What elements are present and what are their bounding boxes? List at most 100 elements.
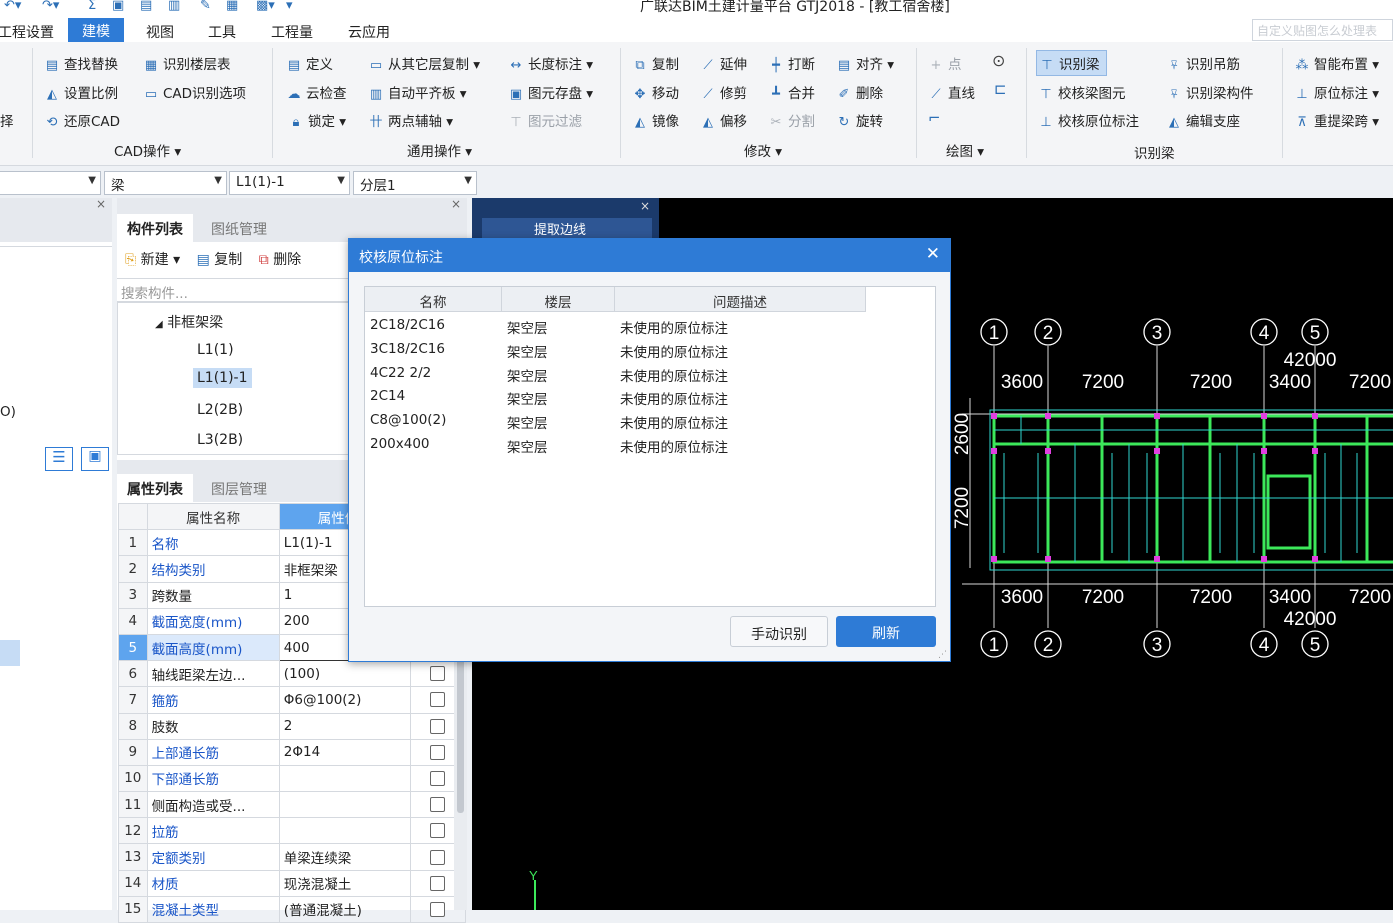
find-replace-button[interactable]: ▤ 查找替换 (44, 53, 118, 73)
redo-icon[interactable]: ↷▾ (42, 0, 59, 13)
additional-checkbox[interactable] (430, 901, 446, 917)
layer-selector[interactable]: 分层1 ▼ (353, 171, 477, 195)
line-button[interactable]: ⟋ 直线 (928, 82, 975, 102)
group-cad-ops[interactable]: CAD操作 ▾ (114, 140, 181, 160)
tab-drawing-management[interactable]: 图纸管理 (201, 214, 277, 242)
recognize-beam-component-button[interactable]: ⍫ 识别梁构件 (1166, 82, 1253, 102)
quick-icon-5[interactable]: ▦ (226, 0, 238, 13)
lock-button[interactable]: 🔒︎ 锁定 ▾ (288, 110, 347, 130)
annotation-row[interactable]: 2C14 架空层 未使用的原位标注 (365, 385, 935, 409)
rotate-button[interactable]: ↻ 旋转 (836, 110, 883, 130)
cad-options-button[interactable]: ▭ CAD识别选项 (143, 82, 246, 102)
property-value[interactable] (278, 791, 411, 819)
close-icon[interactable]: × (96, 197, 106, 211)
property-value[interactable]: 2Φ14 (278, 738, 411, 766)
tab-layer-management[interactable]: 图层管理 (201, 474, 277, 502)
component-selector[interactable]: L1(1)-1 ▼ (229, 171, 350, 195)
group-recognize-beam[interactable]: 识别梁 (1134, 142, 1175, 162)
edit-support-button[interactable]: ◭ 编辑支座 (1166, 110, 1240, 130)
recognize-hanger-button[interactable]: ⍫ 识别吊筋 (1166, 53, 1240, 73)
column-header-issue[interactable]: 问题描述 (615, 287, 866, 312)
cloud-check-button[interactable]: ☁ 云检查 (286, 82, 347, 102)
recognize-floor-table-button[interactable]: ▦ 识别楼层表 (143, 53, 231, 73)
menu-tools[interactable]: 工具 (208, 22, 236, 42)
property-row[interactable]: 8 肢数 2 (118, 712, 467, 740)
property-row[interactable]: 9 上部通长筋 2Φ14 (118, 738, 467, 766)
property-row[interactable]: 15 混凝土类型 (普通混凝土) (118, 895, 467, 923)
property-row[interactable]: 10 下部通长筋 (118, 764, 467, 793)
grid-view-icon[interactable]: ▣ (81, 447, 109, 471)
group-general-ops[interactable]: 通用操作 ▾ (407, 140, 472, 160)
floor-selector[interactable]: ▼ (0, 171, 101, 195)
sum-icon[interactable]: Σ (88, 0, 96, 13)
list-view-icon[interactable]: ☰ (45, 447, 73, 471)
tab-component-list[interactable]: 构件列表 (117, 214, 193, 242)
mirror-button[interactable]: ◭ 镜像 (632, 110, 679, 130)
point-button[interactable]: + 点 (928, 53, 962, 73)
offset-button[interactable]: ◭ 偏移 (700, 110, 747, 130)
property-value[interactable]: Φ6@100(2) (278, 686, 411, 714)
property-row[interactable]: 12 拉筋 (118, 817, 467, 845)
annotation-row[interactable]: 200x400 架空层 未使用的原位标注 (365, 433, 935, 457)
quick-icon-4[interactable]: ✎ (200, 0, 211, 13)
new-button[interactable]: ⎘ 新建 ▾ (125, 252, 180, 268)
rectangle-icon[interactable]: ⊏ (994, 80, 1007, 98)
additional-checkbox[interactable] (430, 797, 446, 813)
copy-component-button[interactable]: ▤ 复制 (197, 252, 243, 268)
close-icon[interactable]: ✕ (926, 244, 940, 264)
tree-item-l2[interactable]: L2(2B) (197, 402, 243, 418)
help-search-input[interactable]: 自定义贴图怎么处理表 (1252, 19, 1393, 41)
property-row[interactable]: 14 材质 现浇混凝土 (118, 869, 467, 897)
menu-project-settings[interactable]: 工程设置 (0, 22, 54, 42)
refresh-button[interactable]: 刷新 (836, 616, 936, 647)
quick-icon-2[interactable]: ▤ (140, 0, 152, 13)
additional-checkbox[interactable] (430, 666, 446, 682)
annotation-row[interactable]: C8@100(2) 架空层 未使用的原位标注 (365, 409, 935, 433)
annotation-row[interactable]: 3C18/2C16 架空层 未使用的原位标注 (365, 338, 935, 362)
element-filter-button[interactable]: ⊤ 图元过滤 (508, 110, 582, 130)
tab-property-list[interactable]: 属性列表 (117, 474, 193, 502)
circle-icon[interactable]: ⊙ (992, 51, 1005, 70)
delete-button[interactable]: ✐ 删除 (836, 82, 883, 102)
annotation-row[interactable]: 2C18/2C16 架空层 未使用的原位标注 (365, 314, 935, 338)
menu-cloud[interactable]: 云应用 (348, 22, 390, 42)
check-in-situ-button[interactable]: ⊥ 校核原位标注 (1038, 110, 1139, 130)
category-selector[interactable]: 梁 ▼ (104, 171, 227, 195)
additional-checkbox[interactable] (430, 875, 446, 891)
merge-button[interactable]: ┻ 合并 (768, 82, 815, 102)
two-point-axis-button[interactable]: 卄两点辅轴 ▾ (368, 110, 453, 130)
property-value[interactable]: (普通混凝土) (278, 895, 411, 923)
align-button[interactable]: ▤ 对齐 ▾ (836, 53, 894, 73)
re-extract-span-button[interactable]: ⊼ 重提梁跨 ▾ (1294, 110, 1379, 130)
property-value[interactable]: 2 (278, 712, 411, 740)
property-value[interactable]: (100) (278, 660, 411, 688)
quick-icon-1[interactable]: ▣ (112, 0, 124, 13)
additional-checkbox[interactable] (430, 744, 446, 760)
additional-checkbox[interactable] (430, 849, 446, 865)
property-row[interactable]: 7 箍筋 Φ6@100(2) (118, 686, 467, 714)
customize-icon[interactable]: ▾ (286, 0, 293, 13)
define-button[interactable]: ▤ 定义 (286, 53, 333, 73)
recognize-beam-button[interactable]: ⊤ 识别梁 (1036, 50, 1107, 76)
set-scale-button[interactable]: ◭ 设置比例 (44, 82, 118, 102)
property-row[interactable]: 13 定额类别 单梁连续梁 (118, 843, 467, 871)
quick-icon-6[interactable]: ▩▾ (256, 0, 275, 13)
element-save-button[interactable]: ▣ 图元存盘 ▾ (508, 82, 593, 102)
length-dim-button[interactable]: ↔ 长度标注 ▾ (508, 53, 594, 73)
additional-checkbox[interactable] (430, 718, 446, 734)
delete-component-button[interactable]: ⧉ 删除 (259, 252, 301, 268)
copy-from-floor-button[interactable]: ▭ 从其它层复制 ▾ (368, 53, 480, 73)
group-draw[interactable]: 绘图 ▾ (946, 140, 984, 160)
search-component-input[interactable]: 搜索构件... (117, 278, 349, 302)
auto-align-slab-button[interactable]: ▥ 自动平齐板 ▾ (368, 82, 467, 102)
restore-cad-button[interactable]: ⟲ 还原CAD (44, 110, 121, 130)
resize-grip-icon[interactable]: ⋰ (938, 650, 947, 660)
tree-group-nonframe-beam[interactable]: ◢ 非框架梁 (155, 312, 223, 332)
column-header-floor[interactable]: 楼层 (502, 287, 615, 312)
group-modify[interactable]: 修改 ▾ (744, 140, 782, 160)
move-button[interactable]: ✥ 移动 (632, 82, 679, 102)
copy-button[interactable]: ⧉ 复制 (632, 53, 679, 73)
trim-button[interactable]: ⟋ 修剪 (700, 82, 747, 102)
undo-icon[interactable]: ↶▾ (4, 0, 21, 13)
close-icon[interactable]: × (451, 197, 461, 211)
